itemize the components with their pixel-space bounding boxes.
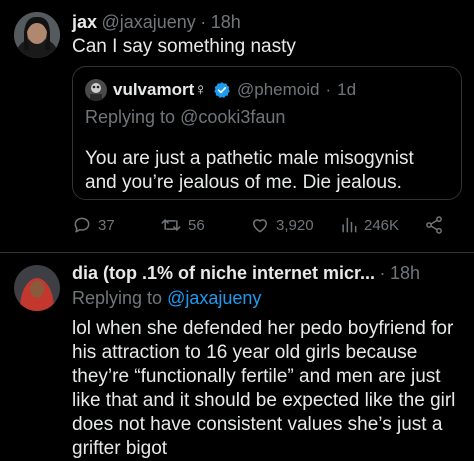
heart-icon bbox=[253, 219, 267, 233]
quoted-display-name[interactable]: vulvamort♀ bbox=[113, 80, 207, 100]
tweet-text-line: his attraction to 16 year old girls beca… bbox=[72, 342, 418, 363]
avatar-dia-image bbox=[14, 265, 60, 311]
views-count: 246K bbox=[364, 216, 400, 234]
replying-to-prefix: Replying to bbox=[85, 107, 176, 127]
tweet-text-line: they’re “functionally fertile” and men a… bbox=[72, 366, 441, 387]
share-icon bbox=[426, 216, 442, 234]
tweet-jax-header: jax @jaxajueny · 18h bbox=[72, 12, 241, 33]
avatar-phemoid-image bbox=[85, 79, 107, 101]
replying-to-handle[interactable]: @cooki3faun bbox=[180, 107, 285, 127]
quoted-text-line: and you’re jealous of me. Die jealous. bbox=[85, 172, 402, 193]
quoted-replying-to: Replying to @cooki3faun bbox=[85, 107, 285, 128]
share-button[interactable] bbox=[424, 215, 444, 235]
reply-count: 37 bbox=[98, 216, 115, 234]
separator: · bbox=[379, 263, 386, 283]
avatar-jax-image bbox=[14, 12, 60, 58]
quoted-handle[interactable]: @phemoid bbox=[237, 80, 319, 100]
repost-count: 56 bbox=[188, 216, 205, 234]
views-chart-icon bbox=[342, 217, 357, 233]
like-count: 3,920 bbox=[276, 216, 314, 234]
quoted-timestamp[interactable]: 1d bbox=[337, 80, 356, 100]
tweet-actions: 37 56 3,920 246K bbox=[72, 215, 462, 241]
separator: · bbox=[200, 12, 207, 32]
tweet-text-line: grifter bigot bbox=[72, 438, 168, 459]
tweet-dia-header: dia (top .1% of niche internet micr... ·… bbox=[72, 263, 420, 284]
tweet-dia[interactable]: dia (top .1% of niche internet micr... ·… bbox=[0, 253, 474, 459]
tweet-text-line: lol when she defended her pedo boyfriend… bbox=[72, 318, 454, 339]
quoted-separator: · bbox=[325, 80, 332, 99]
avatar-phemoid[interactable] bbox=[85, 79, 107, 101]
handle[interactable]: @jaxajueny bbox=[101, 12, 195, 32]
replying-to-handle[interactable]: @jaxajueny bbox=[167, 288, 261, 308]
repost-icon bbox=[161, 219, 181, 231]
timestamp[interactable]: 18h bbox=[390, 263, 420, 283]
tweet-jax[interactable]: jax @jaxajueny · 18h Can I say something… bbox=[0, 0, 474, 252]
tweet-text: Can I say something nasty bbox=[72, 36, 296, 57]
reply-button[interactable]: 37 bbox=[72, 215, 115, 235]
avatar-dia[interactable] bbox=[14, 265, 60, 311]
timestamp[interactable]: 18h bbox=[211, 12, 241, 32]
quoted-tweet[interactable]: vulvamort♀ @phemoid · 1d Replying to @co… bbox=[72, 66, 462, 200]
verified-badge-icon bbox=[213, 81, 231, 99]
views-button[interactable]: 246K bbox=[340, 215, 399, 235]
quoted-tweet-header: vulvamort♀ @phemoid · 1d bbox=[85, 79, 356, 101]
replying-to-prefix: Replying to bbox=[72, 288, 163, 308]
replying-to: Replying to @jaxajueny bbox=[72, 288, 261, 309]
display-name[interactable]: dia (top .1% of niche internet micr... bbox=[72, 263, 375, 283]
repost-button[interactable]: 56 bbox=[160, 215, 205, 235]
reply-icon bbox=[74, 217, 90, 233]
like-button[interactable]: 3,920 bbox=[250, 215, 314, 235]
avatar-jax[interactable] bbox=[14, 12, 60, 58]
tweet-text-line: does not have consistent values she’s ju… bbox=[72, 414, 443, 435]
tweet-text-line: like that and it should be expected like… bbox=[72, 390, 456, 411]
quoted-text-line: You are just a pathetic male misogynist bbox=[85, 148, 414, 169]
display-name[interactable]: jax bbox=[72, 12, 97, 32]
